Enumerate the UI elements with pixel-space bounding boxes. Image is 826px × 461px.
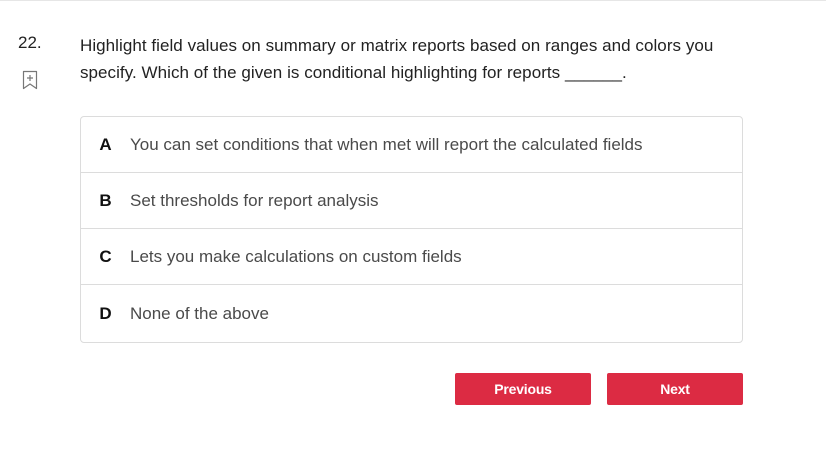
option-text: Lets you make calculations on custom fie… [130,246,462,266]
next-button[interactable]: Next [607,373,743,405]
option-d[interactable]: D None of the above [81,285,742,342]
option-a[interactable]: A You can set conditions that when met w… [81,117,742,173]
question-number: 22. [18,33,42,52]
option-letter: B [99,190,112,210]
option-letter: A [99,134,112,154]
question-text: Highlight field values on summary or mat… [80,36,714,82]
bookmark-button[interactable] [22,70,38,90]
option-text: You can set conditions that when met wil… [130,134,643,154]
option-letter: D [99,303,112,323]
bookmark-add-icon [22,70,38,90]
option-b[interactable]: B Set thresholds for report analysis [81,173,742,229]
option-c[interactable]: C Lets you make calculations on custom f… [81,229,742,285]
answer-options: A You can set conditions that when met w… [80,116,743,343]
previous-button[interactable]: Previous [455,373,591,405]
option-letter: C [99,246,112,266]
option-text: Set thresholds for report analysis [130,190,379,210]
option-text: None of the above [130,303,269,323]
top-divider [0,0,826,1]
